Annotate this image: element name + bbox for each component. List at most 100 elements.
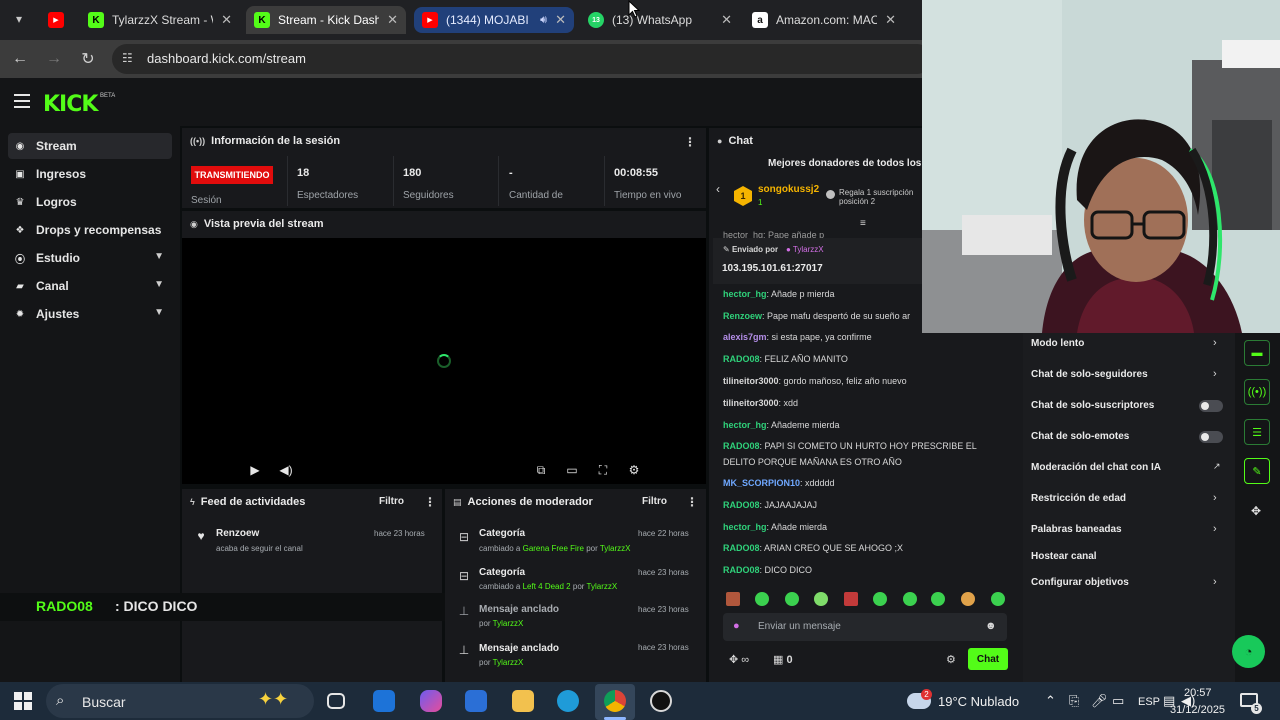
emote-icon[interactable] [931,592,945,606]
close-icon[interactable]: ✕ [221,12,232,28]
points-indicator[interactable]: ▦ 0 [773,653,793,666]
chat-message[interactable]: RADO08: DICO DICO [723,565,1003,575]
broadcast-icon[interactable]: ((•)) [1244,379,1270,405]
chevron-up-icon[interactable]: ⌃ [1045,693,1056,709]
edge-icon[interactable] [557,690,579,712]
clock-date[interactable]: 31/12/2025 [1170,704,1225,716]
picture-in-picture-icon[interactable]: ⧉ [533,462,549,478]
theater-mode-icon[interactable]: ▭ [564,462,580,478]
more-options-icon[interactable]: ⋮ [686,495,698,509]
copilot-sparkle-icon[interactable]: ✦✦ [258,689,288,710]
volume-icon[interactable]: ◀) [278,462,294,478]
language-indicator[interactable]: ESP [1138,696,1160,708]
sidebar-item-canal[interactable]: ▰ Canal ▼ [8,273,172,299]
chat-message[interactable]: tilineitor3000: xdd [723,398,1003,408]
emote-icon[interactable] [903,592,917,606]
emote-icon[interactable] [814,592,828,606]
windows-start-icon[interactable] [14,692,32,710]
usb-icon[interactable]: ⎘ [1069,693,1079,709]
chat-bubble-icon[interactable]: ▬ [1244,340,1270,366]
chat-message[interactable]: MK_SCORPION10: xddddd [723,478,1003,488]
chat-message[interactable]: hector_hg: Añademe mierda [723,420,1003,430]
clock-time[interactable]: 20:57 [1184,687,1212,699]
tab-tylarzzx-stream[interactable]: K TylarzzX Stream - W ✕ [80,6,240,34]
tab-amazon[interactable]: a Amazon.com: MAO ✕ [744,6,904,34]
kick-logo[interactable]: KICK [43,92,98,117]
chat-message[interactable]: alexis7gm: si esta pape, ya confirme [723,332,1003,342]
chat-message[interactable]: tilineitor3000: gordo mañoso, feliz año … [723,376,1003,386]
fullscreen-icon[interactable]: ⛶ [595,462,611,478]
close-icon[interactable]: ✕ [885,12,896,28]
obs-icon[interactable] [650,690,672,712]
sidebar-item-ingresos[interactable]: ▣ Ingresos [8,161,172,187]
outlook-icon[interactable] [373,690,395,712]
tab-youtube-pinned[interactable]: ▶ [40,6,76,34]
emote-icon[interactable] [844,592,858,606]
play-icon[interactable]: ▶ [247,462,263,478]
chat-message[interactable]: RADO08: FELIZ AÑO MANITO [723,354,1003,364]
emotes-only-toggle[interactable] [1199,431,1223,443]
speaker-icon[interactable]: 🔊︎ [540,14,547,27]
close-icon[interactable]: ✕ [387,12,398,28]
setting-banned-words[interactable]: Palabras baneadas [1031,524,1122,535]
reload-icon[interactable]: ↻ [78,49,98,69]
wrench-icon[interactable]: ✎ [1244,458,1270,484]
cast-icon[interactable]: ▭ [1112,693,1124,709]
chat-message[interactable]: RADO08: ARIAN CREO QUE SE AHOGO ;X [723,543,1003,553]
chat-message[interactable]: hector_hg: Añade mierda [723,522,1003,532]
kicks-indicator[interactable]: ✥ ∞ [729,653,749,666]
setting-followers-only[interactable]: Chat de solo-seguidores [1031,369,1148,380]
sidebar-item-logros[interactable]: ♛ Logros [8,189,172,215]
tab-kick-dashboard[interactable]: K Stream - Kick Dashb ✕ [246,6,406,34]
more-options-icon[interactable]: ⋮ [424,495,436,509]
gear-icon[interactable]: ⚙ [946,653,956,666]
chat-send-button[interactable]: Chat [968,648,1008,670]
copilot-icon[interactable] [420,690,442,712]
subscribers-only-toggle[interactable] [1199,400,1223,412]
puzzle-icon[interactable]: ✥ [1251,504,1261,518]
tab-youtube-mojabi[interactable]: ▶ (1344) MOJABI 🔊︎ ✕ [414,7,574,33]
weather-text[interactable]: 19°C Nublado [938,694,1019,709]
menu-icon[interactable] [14,94,30,108]
feed-filter-button[interactable]: Filtro [379,496,404,507]
chrome-icon[interactable] [604,690,626,712]
tab-whatsapp[interactable]: 13 (13) WhatsApp ✕ [580,6,740,34]
more-options-icon[interactable]: ⋮ [684,135,696,149]
emote-icon[interactable] [785,592,799,606]
sidebar-item-drops[interactable]: ❖ Drops y recompensas [8,217,172,243]
sidebar-item-stream[interactable]: ◉ Stream [8,133,172,159]
emote-icon[interactable] [961,592,975,606]
emoji-icon[interactable]: ☻ [985,620,997,632]
task-view-icon[interactable] [327,693,345,709]
collapse-icon[interactable]: ≡ [860,218,866,229]
emote-icon[interactable] [755,592,769,606]
back-arrow-icon[interactable]: ← [10,49,30,69]
setting-slow-mode[interactable]: Modo lento [1031,338,1084,349]
microphone-icon[interactable]: 🎤︎ [1091,693,1108,709]
emote-icon[interactable] [991,592,1005,606]
chat-input[interactable]: ● Enviar un mensaje ☻ [723,613,1007,641]
emote-icon[interactable] [726,592,740,606]
file-explorer-icon[interactable] [512,690,534,712]
site-settings-icon[interactable]: ☷ [122,51,138,67]
chat-message-continued[interactable]: DELITO PORQUE MAÑANA ES OTRO AÑO [723,457,1003,467]
chat-message[interactable]: RADO08: PAPI SI COMETO UN HURTO HOY PRES… [723,441,1003,451]
setting-host-channel[interactable]: Hostear canal [1031,551,1097,562]
mod-filter-button[interactable]: Filtro [642,496,667,507]
setting-age-restriction[interactable]: Restricción de edad [1031,493,1126,504]
setting-ai-moderation[interactable]: Moderación del chat con IA [1031,462,1161,473]
emote-icon[interactable] [873,592,887,606]
tab-search-icon[interactable]: ▾ [8,8,30,30]
sidebar-item-estudio[interactable]: ⦿ Estudio ▼ [8,245,172,271]
layout-icon[interactable]: ☰ [1244,419,1270,445]
chat-message[interactable]: RADO08: JAJAAJAJAJ [723,500,1003,510]
store-icon[interactable] [465,690,487,712]
forward-arrow-icon[interactable]: → [44,49,64,69]
close-icon[interactable]: ✕ [721,12,732,28]
sidebar-item-ajustes[interactable]: ✹ Ajustes ▼ [8,301,172,327]
address-bar[interactable]: ☷ dashboard.kick.com/stream [112,44,932,74]
support-chat-icon[interactable]: ◔ [1232,635,1265,668]
close-icon[interactable]: ✕ [555,12,566,28]
gear-icon[interactable]: ⚙ [626,462,642,478]
setting-goals[interactable]: Configurar objetivos [1031,577,1129,588]
